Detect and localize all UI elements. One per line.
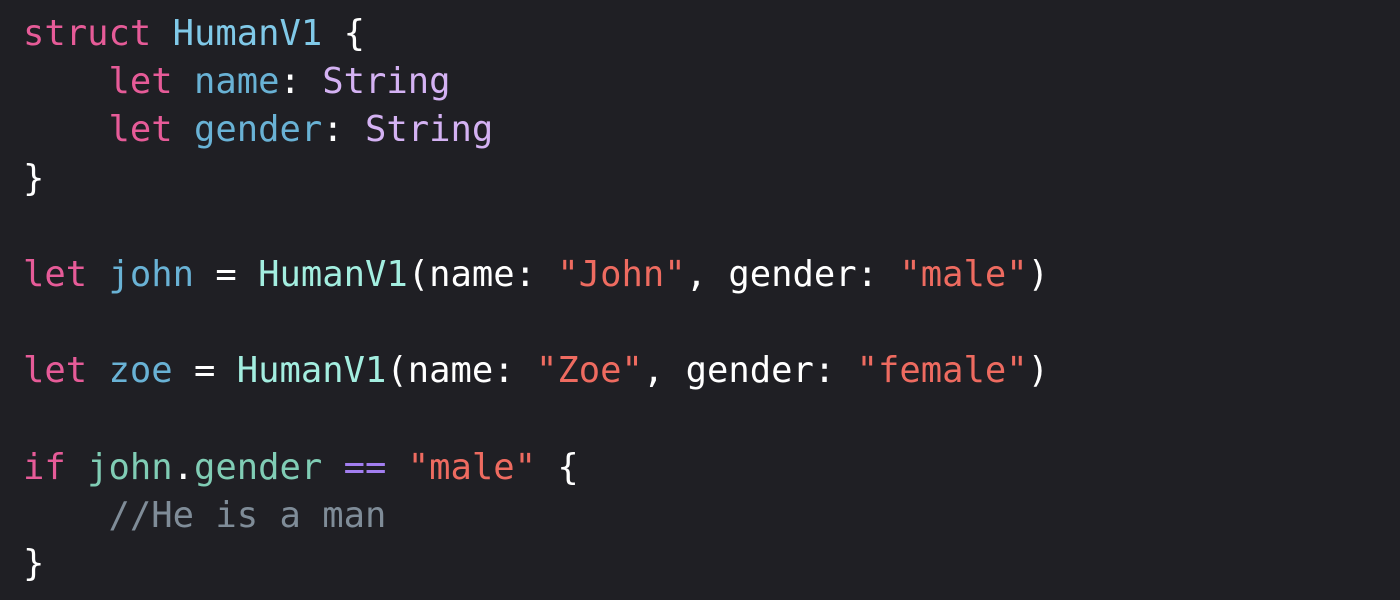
punctuation-token: : bbox=[322, 109, 365, 151]
punctuation-token: { bbox=[322, 13, 365, 54]
member-access-token: gender bbox=[194, 446, 323, 488]
punctuation-token bbox=[23, 109, 109, 150]
variable-name-token: name bbox=[194, 61, 280, 103]
punctuation-token bbox=[87, 254, 108, 295]
variable-name-token: john bbox=[108, 253, 195, 295]
member-access-token: john bbox=[87, 446, 173, 488]
punctuation-token: ) bbox=[1027, 350, 1049, 392]
code-line: } bbox=[23, 155, 1400, 203]
type-reference-token: HumanV1 bbox=[236, 350, 387, 392]
string-literal-token: "Zoe" bbox=[536, 350, 643, 392]
operator-token: == bbox=[343, 446, 387, 488]
code-line: let gender: String bbox=[23, 106, 1400, 154]
punctuation-token: } bbox=[23, 157, 45, 199]
variable-name-token: gender bbox=[194, 109, 323, 151]
punctuation-token: (name: bbox=[407, 253, 558, 295]
keyword-token: struct bbox=[23, 13, 152, 54]
punctuation-token bbox=[23, 61, 109, 102]
code-line: let zoe = HumanV1(name: "Zoe", gender: "… bbox=[23, 347, 1400, 395]
punctuation-token: , gender: bbox=[642, 350, 857, 392]
punctuation-token: = bbox=[172, 350, 237, 392]
string-literal-token: "female" bbox=[856, 350, 1028, 392]
code-line: let john = HumanV1(name: "John", gender:… bbox=[23, 251, 1400, 299]
code-line: struct HumanV1 { bbox=[23, 10, 1400, 58]
keyword-token: if bbox=[23, 446, 66, 488]
keyword-token: let bbox=[23, 253, 88, 295]
code-line: //He is a man bbox=[23, 492, 1400, 540]
punctuation-token bbox=[322, 447, 343, 488]
type-reference-token: HumanV1 bbox=[258, 253, 408, 295]
punctuation-token: , gender: bbox=[685, 253, 900, 295]
keyword-token: let bbox=[108, 61, 173, 103]
string-literal-token: "male" bbox=[899, 253, 1028, 295]
punctuation-token: = bbox=[194, 253, 259, 295]
string-literal-token: "John" bbox=[557, 253, 686, 295]
punctuation-token: . bbox=[172, 446, 194, 488]
code-block: struct HumanV1 { let name: String let ge… bbox=[23, 10, 1400, 588]
string-literal-token: "male" bbox=[407, 446, 536, 488]
type-declaration-token: HumanV1 bbox=[172, 13, 323, 54]
code-line: if john.gender == "male" { bbox=[23, 444, 1400, 492]
punctuation-token: } bbox=[23, 543, 45, 585]
comment-token: //He is a man bbox=[108, 494, 387, 536]
keyword-token: let bbox=[108, 109, 173, 151]
punctuation-token bbox=[173, 109, 194, 150]
punctuation-token bbox=[23, 495, 109, 536]
keyword-token: let bbox=[23, 350, 88, 392]
punctuation-token: (name: bbox=[386, 350, 536, 392]
type-name-token: String bbox=[322, 61, 451, 103]
punctuation-token bbox=[386, 447, 407, 488]
variable-name-token: zoe bbox=[108, 350, 173, 392]
punctuation-token bbox=[66, 447, 87, 488]
code-line: let name: String bbox=[23, 58, 1400, 106]
punctuation-token bbox=[173, 61, 194, 102]
punctuation-token bbox=[151, 13, 172, 54]
punctuation-token: : bbox=[279, 61, 323, 103]
punctuation-token: ) bbox=[1027, 253, 1049, 295]
type-name-token: String bbox=[365, 109, 494, 151]
code-editor[interactable]: struct HumanV1 { let name: String let ge… bbox=[0, 0, 1400, 600]
punctuation-token bbox=[87, 350, 108, 391]
code-line: } bbox=[23, 540, 1400, 588]
punctuation-token: { bbox=[536, 446, 579, 488]
